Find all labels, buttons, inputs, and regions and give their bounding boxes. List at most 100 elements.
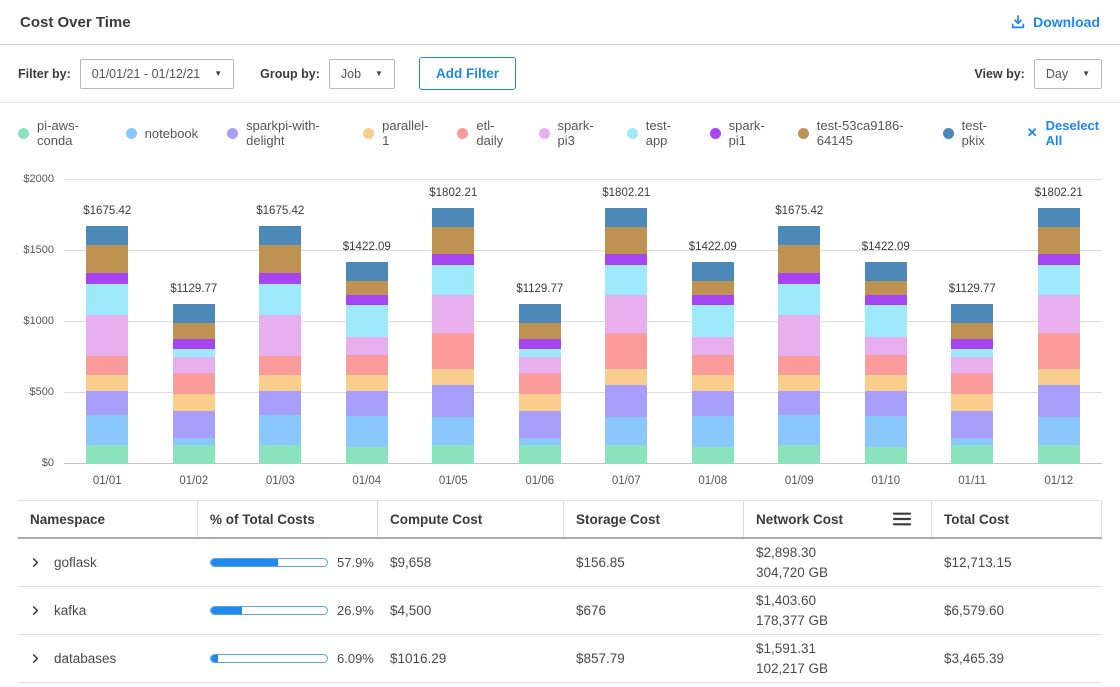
bar-segment-pi-aws-conda[interactable] [605, 445, 647, 464]
bar-segment-pi-aws-conda[interactable] [519, 445, 561, 464]
bar-segment-parallel-1[interactable] [519, 394, 561, 411]
bar-segment-parallel-1[interactable] [173, 394, 215, 411]
bar-segment-sparkpi-with-delight[interactable] [86, 391, 128, 415]
bar-segment-spark-pi3[interactable] [951, 357, 993, 373]
bar-segment-etl-daily[interactable] [346, 355, 388, 375]
bar-segment-pi-aws-conda[interactable] [259, 445, 301, 464]
bar-segment-spark-pi1[interactable] [432, 254, 474, 265]
namespace-name[interactable]: goflask [54, 555, 97, 570]
bar-segment-spark-pi1[interactable] [951, 339, 993, 349]
bar-segment-spark-pi3[interactable] [173, 357, 215, 373]
bar-segment-etl-daily[interactable] [86, 356, 128, 375]
legend-item-spark-pi3[interactable]: spark-pi3 [539, 118, 598, 148]
bar-segment-notebook[interactable] [605, 417, 647, 445]
bar-segment-pi-aws-conda[interactable] [173, 445, 215, 464]
bar-segment-test-53ca9186-64145[interactable] [346, 281, 388, 295]
bar-segment-spark-pi1[interactable] [259, 273, 301, 283]
bar-segment-notebook[interactable] [519, 438, 561, 445]
bar-segment-pi-aws-conda[interactable] [86, 445, 128, 464]
bar-segment-notebook[interactable] [778, 415, 820, 446]
bar-segment-notebook[interactable] [86, 415, 128, 446]
download-button[interactable]: Download [1010, 14, 1100, 30]
bar-segment-parallel-1[interactable] [778, 375, 820, 391]
stacked-bar-01/09[interactable] [778, 226, 820, 464]
stacked-bar-01/12[interactable] [1038, 208, 1080, 464]
legend-item-parallel-1[interactable]: parallel-1 [363, 118, 428, 148]
bar-segment-test-pkix[interactable] [432, 208, 474, 227]
bar-segment-test-53ca9186-64145[interactable] [1038, 227, 1080, 255]
bar-segment-etl-daily[interactable] [519, 373, 561, 393]
bar-segment-etl-daily[interactable] [173, 373, 215, 393]
stacked-bar-01/06[interactable] [519, 304, 561, 464]
bar-segment-test-pkix[interactable] [605, 208, 647, 227]
bar-segment-test-pkix[interactable] [778, 226, 820, 245]
bar-segment-notebook[interactable] [951, 438, 993, 445]
bar-segment-sparkpi-with-delight[interactable] [259, 391, 301, 415]
column-header-network-cost[interactable]: Network Cost [744, 501, 932, 537]
bar-segment-parallel-1[interactable] [865, 375, 907, 391]
column-header-percent-of-total[interactable]: % of Total Costs [198, 501, 378, 537]
bar-segment-parallel-1[interactable] [692, 375, 734, 391]
legend-item-spark-pi1[interactable]: spark-pi1 [710, 118, 769, 148]
bar-segment-pi-aws-conda[interactable] [951, 445, 993, 464]
bar-segment-notebook[interactable] [865, 416, 907, 447]
column-menu-icon[interactable] [891, 511, 913, 527]
stacked-bar-01/10[interactable] [865, 262, 907, 464]
date-range-select[interactable]: 01/01/21 - 01/12/21 ▼ [80, 59, 234, 89]
bar-segment-test-pkix[interactable] [86, 226, 128, 245]
bar-segment-pi-aws-conda[interactable] [865, 447, 907, 464]
bar-segment-parallel-1[interactable] [86, 375, 128, 391]
bar-segment-pi-aws-conda[interactable] [346, 447, 388, 464]
expand-chevron-icon[interactable] [30, 653, 41, 664]
bar-segment-test-53ca9186-64145[interactable] [86, 245, 128, 273]
bar-segment-test-app[interactable] [173, 349, 215, 357]
bar-segment-etl-daily[interactable] [1038, 333, 1080, 369]
legend-item-test-pkix[interactable]: test-pkix [943, 118, 998, 148]
column-header-compute-cost[interactable]: Compute Cost [378, 501, 564, 537]
bar-segment-spark-pi3[interactable] [432, 295, 474, 333]
bar-segment-test-pkix[interactable] [173, 304, 215, 324]
bar-segment-etl-daily[interactable] [605, 333, 647, 369]
bar-segment-sparkpi-with-delight[interactable] [1038, 385, 1080, 417]
bar-segment-sparkpi-with-delight[interactable] [605, 385, 647, 417]
bar-segment-test-pkix[interactable] [692, 262, 734, 281]
stacked-bar-01/08[interactable] [692, 262, 734, 464]
bar-segment-test-53ca9186-64145[interactable] [605, 227, 647, 255]
bar-segment-pi-aws-conda[interactable] [432, 445, 474, 464]
bar-segment-parallel-1[interactable] [432, 369, 474, 385]
stacked-bar-01/03[interactable] [259, 226, 301, 464]
bar-segment-test-app[interactable] [865, 305, 907, 337]
bar-segment-spark-pi1[interactable] [865, 295, 907, 304]
bar-segment-sparkpi-with-delight[interactable] [865, 391, 907, 416]
bar-segment-spark-pi3[interactable] [519, 357, 561, 373]
bar-segment-test-pkix[interactable] [951, 304, 993, 324]
namespace-name[interactable]: databases [54, 651, 116, 666]
bar-segment-sparkpi-with-delight[interactable] [346, 391, 388, 416]
expand-chevron-icon[interactable] [30, 557, 41, 568]
bar-segment-test-pkix[interactable] [865, 262, 907, 281]
bar-segment-test-app[interactable] [605, 265, 647, 295]
bar-segment-test-pkix[interactable] [346, 262, 388, 281]
bar-segment-test-app[interactable] [346, 305, 388, 337]
bar-segment-sparkpi-with-delight[interactable] [519, 411, 561, 438]
group-by-select[interactable]: Job ▼ [329, 59, 395, 89]
stacked-bar-01/01[interactable] [86, 226, 128, 464]
bar-segment-etl-daily[interactable] [951, 373, 993, 393]
legend-item-sparkpi-with-delight[interactable]: sparkpi-with-delight [227, 118, 334, 148]
bar-segment-etl-daily[interactable] [432, 333, 474, 369]
bar-segment-test-app[interactable] [1038, 265, 1080, 295]
bar-segment-notebook[interactable] [346, 416, 388, 447]
bar-segment-sparkpi-with-delight[interactable] [173, 411, 215, 438]
legend-item-etl-daily[interactable]: etl-daily [457, 118, 509, 148]
bar-segment-spark-pi1[interactable] [346, 295, 388, 304]
bar-segment-spark-pi3[interactable] [1038, 295, 1080, 333]
bar-segment-test-app[interactable] [692, 305, 734, 337]
add-filter-button[interactable]: Add Filter [419, 57, 516, 90]
stacked-bar-01/11[interactable] [951, 304, 993, 464]
bar-segment-spark-pi1[interactable] [1038, 254, 1080, 265]
bar-segment-pi-aws-conda[interactable] [778, 445, 820, 464]
bar-segment-notebook[interactable] [432, 417, 474, 445]
expand-chevron-icon[interactable] [30, 605, 41, 616]
bar-segment-test-53ca9186-64145[interactable] [259, 245, 301, 273]
bar-segment-sparkpi-with-delight[interactable] [778, 391, 820, 415]
